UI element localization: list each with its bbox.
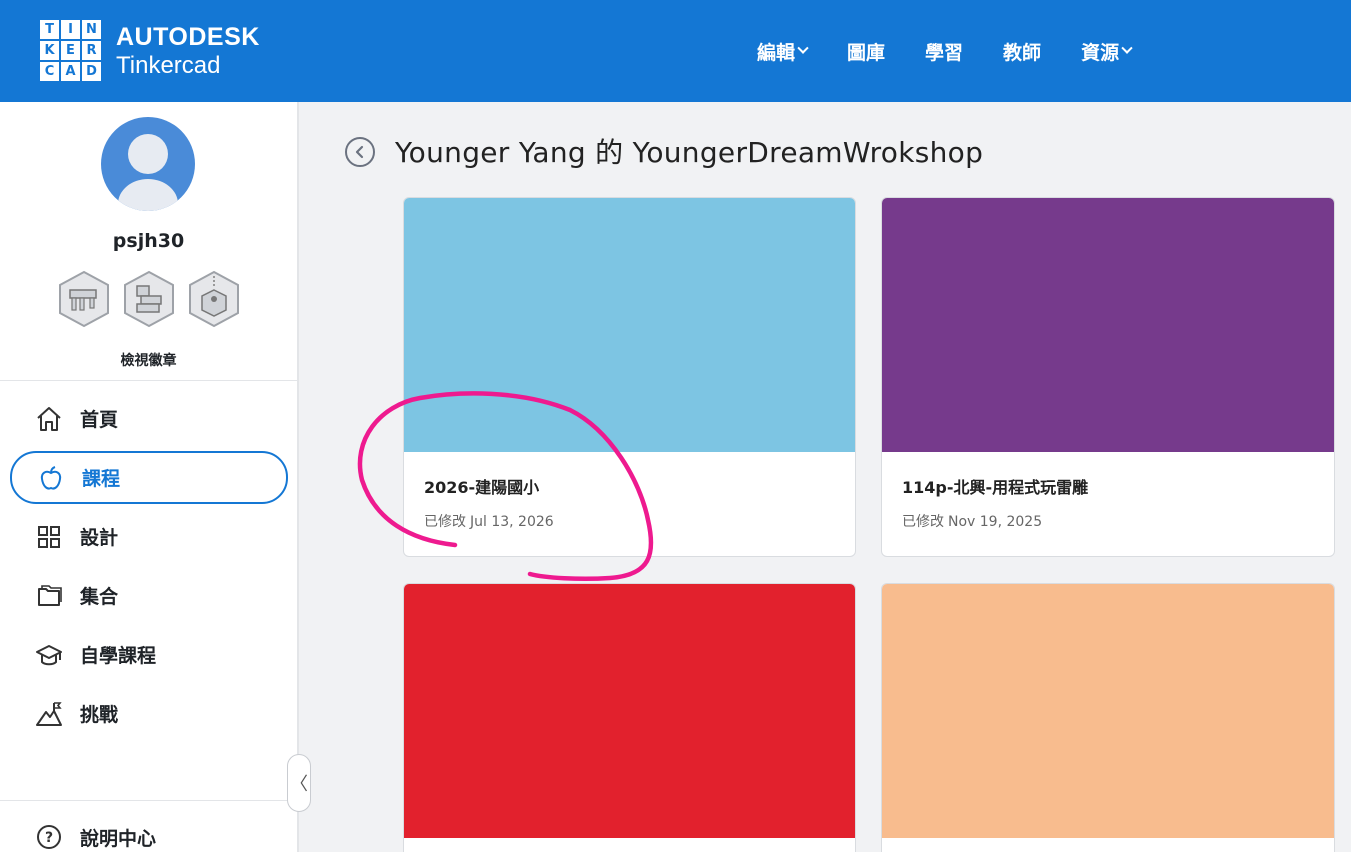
class-card-thumbnail <box>882 198 1334 452</box>
logo-letter: R <box>82 41 101 60</box>
avatar-head <box>128 134 168 174</box>
nav-gallery[interactable]: 圖庫 <box>847 36 885 66</box>
logo-letter: C <box>40 62 59 81</box>
chevron-left-icon: 〈 <box>290 774 308 795</box>
sidebar-item-challenges[interactable]: 挑戰 <box>10 687 288 740</box>
sidebar-item-label: 自學課程 <box>80 645 157 667</box>
sidebar-item-collections[interactable]: 集合 <box>10 569 288 622</box>
sidebar-divider <box>0 380 297 381</box>
logo-letter: K <box>40 41 59 60</box>
nav-edit[interactable]: 編輯 <box>757 36 809 66</box>
badge-list <box>58 270 240 328</box>
class-card-thumbnail <box>404 584 855 838</box>
sidebar-divider <box>0 800 297 801</box>
brand-tinkercad: Tinkercad <box>116 52 221 79</box>
chevron-left-icon <box>355 145 364 159</box>
sidebar-menu: 首頁 課程 設計 集合 自學課程 挑戰 <box>10 392 288 746</box>
back-button[interactable] <box>345 137 375 167</box>
class-card-modified: 已修改 Nov 19, 2025 <box>902 511 1042 531</box>
logo-letter: A <box>61 62 80 81</box>
logo-letter: T <box>40 20 59 39</box>
nav-learn-label: 學習 <box>925 41 964 64</box>
sidebar-item-label: 設計 <box>80 527 119 549</box>
svg-text:?: ? <box>45 830 53 846</box>
sidebar-item-label: 課程 <box>82 468 121 490</box>
page-title: Younger Yang 的 YoungerDreamWrokshop <box>395 136 984 169</box>
modified-date: Jul 13, 2026 <box>470 514 554 530</box>
sidebar-item-tutorials[interactable]: 自學課程 <box>10 628 288 681</box>
sidebar-item-label: 挑戰 <box>80 704 119 726</box>
apple-icon <box>36 463 66 493</box>
class-card-modified: 已修改 Jul 13, 2026 <box>424 511 554 531</box>
nav-resources-label: 資源 <box>1081 41 1120 64</box>
logo-letter: N <box>82 20 101 39</box>
class-card[interactable]: 2026-建陽國小 已修改 Jul 13, 2026 <box>403 197 856 557</box>
tinkercad-logo[interactable]: T I N K E R C A D <box>40 20 101 81</box>
main-nav: 編輯 圖庫 學習 教師 資源 <box>757 36 1171 66</box>
sidebar-item-home[interactable]: 首頁 <box>10 392 288 445</box>
grid-icon <box>34 522 64 552</box>
mountain-flag-icon <box>34 699 64 729</box>
username: psjh30 <box>112 230 185 252</box>
home-icon <box>34 404 64 434</box>
logo-letter: D <box>82 62 101 81</box>
nav-gallery-label: 圖庫 <box>847 41 886 64</box>
view-badges-link[interactable]: 檢視徽章 <box>0 350 297 370</box>
logo-letter: I <box>61 20 80 39</box>
sidebar-item-designs[interactable]: 設計 <box>10 510 288 563</box>
badge-icon[interactable] <box>188 270 240 328</box>
nav-learn[interactable]: 學習 <box>925 36 963 66</box>
class-card-thumbnail <box>404 198 855 452</box>
brand-autodesk: AUTODESK <box>116 23 260 51</box>
sidebar-collapse-button[interactable]: 〈 <box>287 754 311 812</box>
modified-date: Nov 19, 2025 <box>948 514 1043 530</box>
nav-teachers-label: 教師 <box>1003 41 1042 64</box>
help-icon: ? <box>34 822 64 852</box>
class-card-thumbnail <box>882 584 1334 838</box>
chevron-down-icon <box>797 42 809 54</box>
modified-label: 已修改 <box>902 514 944 530</box>
help-center-label: 說明中心 <box>80 827 157 850</box>
class-card[interactable] <box>403 583 856 852</box>
graduation-cap-icon <box>34 640 64 670</box>
chevron-down-icon <box>1121 42 1133 54</box>
brand-name[interactable]: AUTODESK Tinkercad <box>116 22 260 80</box>
sidebar-item-label: 集合 <box>80 586 119 608</box>
help-center-link[interactable]: ? 說明中心 <box>34 822 156 852</box>
class-card-title: 2026-建陽國小 <box>424 478 540 497</box>
nav-resources[interactable]: 資源 <box>1081 36 1133 66</box>
nav-edit-label: 編輯 <box>757 41 796 64</box>
badge-icon[interactable] <box>58 270 110 328</box>
class-card-title: 114p-北興-用程式玩雷雕 <box>902 478 1089 497</box>
folder-icon <box>34 581 64 611</box>
modified-label: 已修改 <box>424 514 466 530</box>
top-navbar: T I N K E R C A D AUTODESK Tinkercad 編輯 … <box>0 0 1351 102</box>
sidebar: psjh30 檢視徽章 首頁 課程 設計 集合 自學課程 挑戰 ? 說明中心 <box>0 102 299 852</box>
class-card[interactable]: 114p-北興-用程式玩雷雕 已修改 Nov 19, 2025 <box>881 197 1335 557</box>
avatar[interactable] <box>101 117 195 211</box>
logo-letter: E <box>61 41 80 60</box>
sidebar-item-classes[interactable]: 課程 <box>10 451 288 504</box>
badge-icon[interactable] <box>123 270 175 328</box>
sidebar-item-label: 首頁 <box>80 409 119 431</box>
class-card[interactable] <box>881 583 1335 852</box>
nav-teachers[interactable]: 教師 <box>1003 36 1041 66</box>
avatar-body <box>118 179 178 211</box>
